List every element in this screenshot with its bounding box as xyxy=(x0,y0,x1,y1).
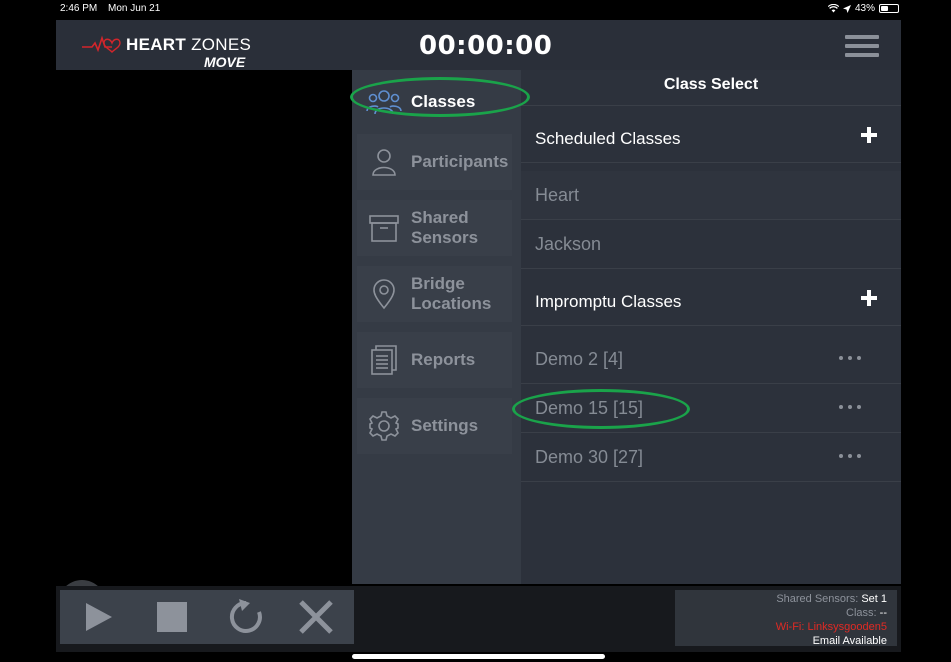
close-icon[interactable] xyxy=(296,597,336,637)
location-arrow-icon xyxy=(842,4,851,13)
play-icon[interactable] xyxy=(78,597,118,637)
wifi-status: Wi-Fi: Linksysgooden5 xyxy=(775,621,887,633)
add-scheduled-class-plus-icon[interactable] xyxy=(861,127,877,143)
section-label: Scheduled Classes xyxy=(535,129,681,148)
class-key: Class: xyxy=(846,607,877,619)
class-name: Demo 2 [4] xyxy=(535,349,624,369)
session-info-panel: Shared Sensors: Set 1 Class: -- Wi-Fi: L… xyxy=(675,590,897,647)
shared-sensors-value: Set 1 xyxy=(861,593,887,605)
playback-controls xyxy=(60,590,354,644)
nav-item-label: Reports xyxy=(411,350,476,369)
email-status: Email Available xyxy=(812,635,887,647)
heartbeat-logo-icon xyxy=(82,35,121,53)
class-name: Demo 30 [27] xyxy=(535,447,644,467)
heart-zones-move-logo: HEART ZONES MOVE xyxy=(82,32,262,70)
status-date: Mon Jun 21 xyxy=(108,3,161,14)
bottom-control-bar: Shared Sensors: Set 1 Class: -- Wi-Fi: L… xyxy=(56,586,901,652)
battery-percent: 43% xyxy=(854,3,875,14)
nav-item-label: Settings xyxy=(411,416,479,435)
stop-icon[interactable] xyxy=(152,597,192,637)
list-item-scheduled-class[interactable]: Heart xyxy=(521,171,901,220)
impromptu-classes-header: Impromptu Classes xyxy=(521,277,901,326)
list-item-impromptu-class[interactable]: Demo 2 [4] xyxy=(521,335,901,384)
nav-item-bridge-locations[interactable]: Bridge Locations xyxy=(357,266,512,322)
ios-status-bar: 2:46 PM Mon Jun 21 43% xyxy=(0,0,951,18)
logo-move-text: MOVE xyxy=(204,54,246,70)
add-impromptu-class-plus-icon[interactable] xyxy=(861,290,877,306)
section-label: Impromptu Classes xyxy=(535,292,682,311)
hamburger-menu-icon[interactable] xyxy=(845,35,879,61)
home-indicator xyxy=(352,654,605,659)
status-time: 2:46 PM xyxy=(60,3,98,14)
nav-item-participants[interactable]: Participants xyxy=(357,134,512,190)
reset-icon[interactable] xyxy=(226,597,266,637)
gear-icon xyxy=(363,406,405,446)
highlight-oval-demo-15 xyxy=(512,389,690,429)
app-header: HEART ZONES MOVE 00:00:00 xyxy=(56,20,901,70)
class-select-panel: Class Select Scheduled Classes Heart Jac… xyxy=(521,70,901,584)
battery-icon xyxy=(879,4,899,13)
panel-title: Class Select xyxy=(521,70,901,106)
person-icon xyxy=(363,142,405,182)
archive-box-icon xyxy=(363,208,405,248)
class-name: Jackson xyxy=(535,234,602,254)
highlight-oval-classes xyxy=(350,77,530,117)
logo-heart-text: HEART xyxy=(126,35,187,54)
nav-item-label: Bridge Locations xyxy=(411,274,492,313)
class-value: -- xyxy=(879,607,887,619)
more-options-icon[interactable] xyxy=(839,356,861,360)
nav-item-shared-sensors[interactable]: Shared Sensors xyxy=(357,200,512,256)
more-options-icon[interactable] xyxy=(839,405,861,409)
wifi-icon xyxy=(827,4,839,13)
scheduled-classes-header: Scheduled Classes xyxy=(521,114,901,163)
nav-item-reports[interactable]: Reports xyxy=(357,332,512,388)
list-item-impromptu-class[interactable]: Demo 30 [27] xyxy=(521,433,901,482)
nav-item-label: Participants xyxy=(411,152,509,171)
side-navigation: Classes Participants Shared Sensors Brid… xyxy=(352,70,521,584)
document-icon xyxy=(363,340,405,380)
more-options-icon[interactable] xyxy=(839,454,861,458)
session-timer: 00:00:00 xyxy=(419,31,553,61)
nav-item-settings[interactable]: Settings xyxy=(357,398,512,454)
map-pin-icon xyxy=(363,274,405,314)
class-name: Heart xyxy=(535,185,580,205)
logo-zones-text: ZONES xyxy=(191,35,252,54)
main-display-area xyxy=(56,70,352,628)
shared-sensors-key: Shared Sensors: xyxy=(776,593,859,605)
list-item-scheduled-class[interactable]: Jackson xyxy=(521,220,901,269)
nav-item-label: Shared Sensors xyxy=(411,208,479,247)
